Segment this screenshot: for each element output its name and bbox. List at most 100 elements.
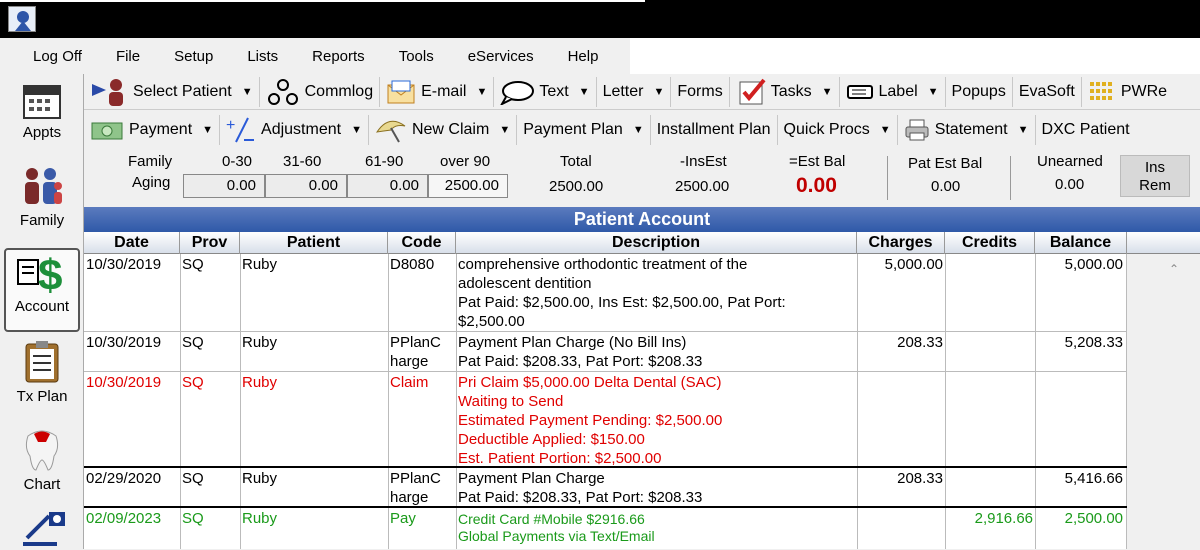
menu-lists[interactable]: Lists — [230, 48, 295, 65]
patest-value: 0.00 — [931, 178, 961, 195]
email-button[interactable]: E-mail ▼ — [380, 76, 495, 107]
table-row[interactable]: 10/30/2019 SQ Ruby Claim Pri Claim $5,00… — [84, 372, 1127, 468]
email-icon — [387, 80, 415, 103]
table-row[interactable]: 02/09/2023 SQ Ruby Pay Credit Card #Mobi… — [84, 508, 1127, 549]
chevron-down-icon[interactable]: ▼ — [351, 124, 362, 136]
menu-bar: Log Off File Setup Lists Reports Tools e… — [0, 38, 1200, 74]
quick-procs-label: Quick Procs — [783, 121, 870, 138]
tasks-button[interactable]: Tasks ▼ — [730, 76, 840, 107]
commlog-label: Commlog — [304, 82, 374, 100]
aging-61-90-value: 0.00 — [347, 174, 428, 198]
label-button[interactable]: Label ▼ — [840, 76, 946, 107]
col-prov[interactable]: Prov — [180, 232, 240, 254]
chevron-down-icon[interactable]: ▼ — [476, 86, 487, 98]
col-code[interactable]: Code — [388, 232, 456, 254]
label-label: Label — [878, 82, 918, 100]
cell-date: 02/29/2020 — [86, 470, 162, 487]
col-date[interactable]: Date — [84, 232, 180, 254]
chevron-down-icon[interactable]: ▼ — [579, 86, 590, 98]
popups-label: Popups — [951, 82, 1006, 100]
tooth-icon — [25, 430, 59, 471]
module-sidebar: Appts Family $ Account Tx Plan Chart — [0, 74, 84, 549]
aging-31-60-value: 0.00 — [265, 174, 347, 198]
pwre-button[interactable]: PWRe — [1082, 77, 1173, 107]
chevron-down-icon[interactable]: ▼ — [242, 86, 253, 98]
pwre-label: PWRe — [1120, 82, 1168, 100]
chevron-down-icon[interactable]: ▼ — [880, 124, 891, 136]
letter-button[interactable]: Letter ▼ — [597, 76, 672, 107]
evasoft-button[interactable]: EvaSoft — [1013, 76, 1082, 107]
statement-button[interactable]: Statement ▼ — [898, 115, 1036, 145]
payment-button[interactable]: Payment ▼ — [84, 115, 221, 145]
insest-value: 2500.00 — [675, 178, 730, 195]
installment-plan-button[interactable]: Installment Plan — [651, 115, 778, 145]
module-label: Appts — [22, 124, 62, 141]
col-description[interactable]: Description — [456, 232, 857, 254]
cell-patient: Ruby — [242, 256, 278, 273]
cell-patient: Ruby — [242, 510, 278, 527]
menu-reports[interactable]: Reports — [295, 48, 382, 65]
ins-rem-button[interactable]: Ins Rem — [1120, 155, 1190, 197]
cell-date: 10/30/2019 — [86, 256, 162, 273]
cell-balance: 5,000.00 — [1064, 256, 1123, 273]
chevron-down-icon[interactable]: ▼ — [633, 124, 644, 136]
aging-0-30-label: 0-30 — [222, 153, 253, 170]
chevron-down-icon[interactable]: ▼ — [202, 124, 213, 136]
forms-button[interactable]: Forms — [671, 76, 730, 107]
payment-plan-button[interactable]: Payment Plan ▼ — [517, 115, 651, 145]
chevron-down-icon[interactable]: ▼ — [499, 124, 510, 136]
cell-prov: SQ — [182, 256, 204, 273]
module-account[interactable]: $ Account — [4, 248, 80, 332]
chevron-down-icon[interactable]: ▼ — [1018, 124, 1029, 136]
family-icon — [25, 168, 62, 204]
cell-code: Pay — [390, 510, 416, 527]
module-images[interactable] — [4, 510, 80, 550]
dxc-patient-button[interactable]: DXC Patient — [1036, 115, 1136, 145]
evasoft-label: EvaSoft — [1018, 82, 1075, 100]
menu-eservices[interactable]: eServices — [451, 48, 551, 65]
menu-log-off[interactable]: Log Off — [16, 48, 99, 65]
grid-scrollbar[interactable]: ⌃ — [1127, 254, 1200, 549]
table-row[interactable]: 10/30/2019 SQ Ruby PPlanC harge Payment … — [84, 332, 1127, 372]
select-patient-button[interactable]: Select Patient ▼ — [84, 76, 260, 107]
app-icon[interactable] — [8, 6, 36, 32]
table-row[interactable]: 02/29/2020 SQ Ruby PPlanC harge Payment … — [84, 468, 1127, 508]
module-family[interactable]: Family — [4, 164, 80, 244]
text-button[interactable]: Text ▼ — [494, 76, 597, 107]
aging-over90-label: over 90 — [440, 153, 491, 170]
new-claim-button[interactable]: New Claim ▼ — [369, 115, 518, 145]
menu-file[interactable]: File — [99, 48, 157, 65]
menu-help[interactable]: Help — [551, 48, 616, 65]
pwre-icon — [1089, 81, 1112, 100]
col-patient[interactable]: Patient — [240, 232, 388, 254]
module-tx-plan[interactable]: Tx Plan — [4, 340, 80, 420]
menu-setup[interactable]: Setup — [157, 48, 230, 65]
popups-button[interactable]: Popups — [946, 76, 1013, 107]
module-appts[interactable]: Appts — [4, 80, 80, 158]
account-grid: 10/30/2019 SQ Ruby D8080 comprehensive o… — [84, 254, 1127, 549]
chevron-down-icon[interactable]: ▼ — [928, 86, 939, 98]
quick-procs-button[interactable]: Quick Procs ▼ — [778, 115, 898, 145]
table-row[interactable]: 10/30/2019 SQ Ruby D8080 comprehensive o… — [84, 254, 1127, 332]
col-charges[interactable]: Charges — [857, 232, 945, 254]
cell-date: 02/09/2023 — [86, 510, 162, 527]
chevron-down-icon[interactable]: ▼ — [653, 86, 664, 98]
module-label: Tx Plan — [16, 388, 68, 405]
divider — [887, 156, 888, 200]
aging-over90-value: 2500.00 — [428, 174, 508, 198]
commlog-button[interactable]: Commlog — [260, 76, 381, 107]
new-claim-label: New Claim — [411, 121, 490, 138]
col-credits[interactable]: Credits — [945, 232, 1035, 254]
title-bar — [0, 0, 1200, 38]
printer-icon — [905, 119, 929, 141]
cell-prov: SQ — [182, 334, 204, 351]
adjustment-button[interactable]: + Adjustment ▼ — [220, 115, 369, 145]
chevron-down-icon[interactable]: ▼ — [822, 86, 833, 98]
scroll-up-icon[interactable]: ⌃ — [1169, 262, 1179, 276]
cell-balance: 5,416.66 — [1064, 470, 1123, 487]
module-chart[interactable]: Chart — [4, 426, 80, 506]
cell-balance: 5,208.33 — [1064, 334, 1123, 351]
menu-tools[interactable]: Tools — [382, 48, 451, 65]
col-balance[interactable]: Balance — [1035, 232, 1127, 254]
module-label: Account — [14, 298, 70, 315]
